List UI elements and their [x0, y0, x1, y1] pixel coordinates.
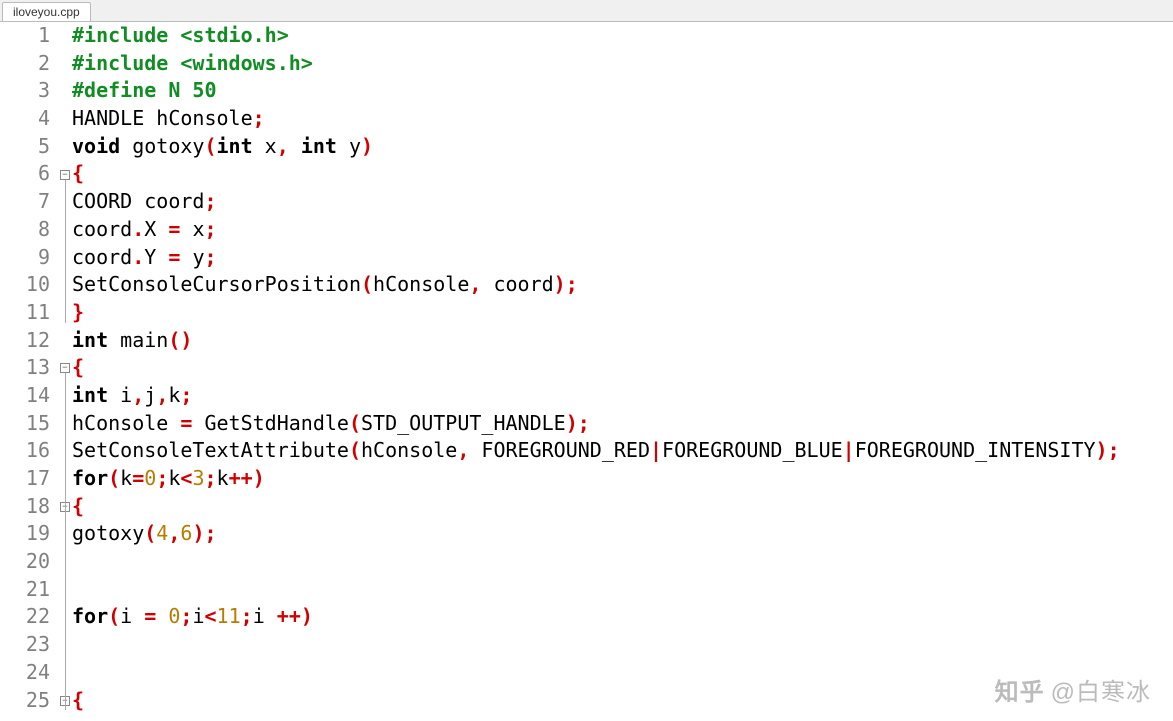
code-line[interactable]: hConsole = GetStdHandle(STD_OUTPUT_HANDL… [72, 410, 1173, 438]
code-line[interactable] [72, 576, 1173, 604]
line-number: 6 [0, 160, 50, 188]
fold-guide-line [65, 180, 66, 323]
line-number: 15 [0, 410, 50, 438]
code-line[interactable]: HANDLE hConsole; [72, 105, 1173, 133]
line-number: 22 [0, 603, 50, 631]
file-tab[interactable]: iloveyou.cpp [2, 2, 91, 21]
editor-window: iloveyou.cpp 123456789101112131415161718… [0, 0, 1173, 721]
code-line[interactable]: coord.Y = y; [72, 244, 1173, 272]
line-number: 14 [0, 382, 50, 410]
code-line[interactable]: SetConsoleCursorPosition(hConsole, coord… [72, 271, 1173, 299]
line-number: 24 [0, 659, 50, 687]
code-line[interactable]: COORD coord; [72, 188, 1173, 216]
code-line[interactable]: for(i = 0;i<11;i ++) [72, 603, 1173, 631]
line-number: 11 [0, 299, 50, 327]
line-number: 1 [0, 22, 50, 50]
line-number: 2 [0, 50, 50, 78]
line-number: 3 [0, 77, 50, 105]
line-number: 13 [0, 354, 50, 382]
fold-column: −−−− [58, 22, 72, 721]
line-number: 12 [0, 327, 50, 355]
line-number: 8 [0, 216, 50, 244]
code-line[interactable]: coord.X = x; [72, 216, 1173, 244]
code-line[interactable]: void gotoxy(int x, int y) [72, 133, 1173, 161]
code-line[interactable]: #define N 50 [72, 77, 1173, 105]
line-number: 5 [0, 133, 50, 161]
code-line[interactable] [72, 631, 1173, 659]
code-editor[interactable]: 1234567891011121314151617181920212223242… [0, 22, 1173, 721]
code-area[interactable]: #include <stdio.h>#include <windows.h>#d… [72, 22, 1173, 721]
line-number: 18 [0, 493, 50, 521]
line-number: 19 [0, 520, 50, 548]
fold-guide-line [65, 373, 66, 710]
code-line[interactable]: { [72, 493, 1173, 521]
code-line[interactable]: { [72, 687, 1173, 715]
code-line[interactable]: { [72, 354, 1173, 382]
line-number: 9 [0, 244, 50, 272]
line-number-gutter: 1234567891011121314151617181920212223242… [0, 22, 58, 721]
code-line[interactable]: } [72, 299, 1173, 327]
line-number: 10 [0, 271, 50, 299]
line-number: 25 [0, 687, 50, 715]
line-number: 4 [0, 105, 50, 133]
code-line[interactable]: int i,j,k; [72, 382, 1173, 410]
tab-bar: iloveyou.cpp [0, 0, 1173, 22]
code-line[interactable]: #include <windows.h> [72, 50, 1173, 78]
line-number: 16 [0, 437, 50, 465]
fold-toggle-icon[interactable]: − [60, 363, 70, 373]
line-number: 23 [0, 631, 50, 659]
line-number: 21 [0, 576, 50, 604]
code-line[interactable]: { [72, 160, 1173, 188]
fold-toggle-icon[interactable]: − [60, 170, 70, 180]
code-line[interactable] [72, 659, 1173, 687]
code-line[interactable]: int main() [72, 327, 1173, 355]
code-line[interactable]: gotoxy(4,6); [72, 520, 1173, 548]
line-number: 17 [0, 465, 50, 493]
code-line[interactable]: SetConsoleTextAttribute(hConsole, FOREGR… [72, 437, 1173, 465]
code-line[interactable]: for(k=0;k<3;k++) [72, 465, 1173, 493]
line-number: 7 [0, 188, 50, 216]
line-number: 20 [0, 548, 50, 576]
code-line[interactable]: #include <stdio.h> [72, 22, 1173, 50]
code-line[interactable] [72, 548, 1173, 576]
